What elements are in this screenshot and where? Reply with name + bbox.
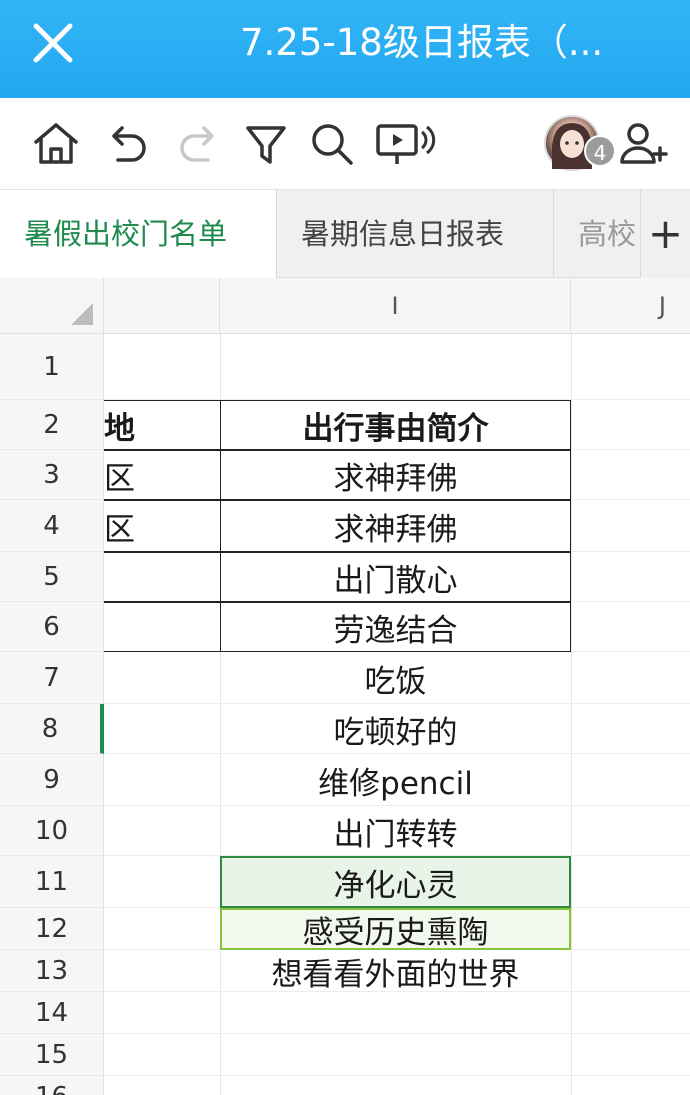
tab-third-sheet[interactable]: 高校 — [554, 190, 640, 278]
row-header[interactable]: 5 — [0, 552, 104, 602]
column-header-j[interactable]: J — [571, 278, 690, 334]
cell-i[interactable] — [220, 1034, 571, 1076]
cell-h[interactable] — [104, 908, 220, 950]
cell-i[interactable]: 出门散心 — [220, 552, 571, 602]
row-header[interactable]: 4 — [0, 500, 104, 552]
cell-i[interactable]: 求神拜佛 — [220, 500, 571, 552]
cell-i[interactable]: 维修pencil — [220, 754, 571, 806]
column-title-cell[interactable]: 出行事由简介 — [220, 400, 571, 450]
cell-i[interactable]: 想看看外面的世界 — [220, 950, 571, 993]
document-title: 7.25-18级日报表（... — [240, 21, 604, 64]
search-icon[interactable] — [306, 118, 358, 170]
row-header[interactable]: 10 — [0, 806, 104, 856]
row-header[interactable]: 3 — [0, 450, 104, 500]
present-icon[interactable] — [374, 118, 436, 170]
row-header[interactable]: 6 — [0, 602, 104, 652]
cell-h[interactable] — [104, 602, 220, 652]
sheet-tabs: 暑假出校门名单 暑期信息日报表 高校 + — [0, 190, 690, 278]
select-all-corner[interactable] — [0, 278, 104, 334]
undo-icon[interactable] — [102, 118, 154, 170]
cell-h[interactable]: 地 — [104, 400, 220, 450]
cell-h[interactable] — [104, 704, 220, 754]
home-icon[interactable] — [30, 118, 82, 170]
row-header[interactable]: 1 — [0, 334, 104, 400]
cell-h[interactable] — [104, 652, 220, 704]
spreadsheet-grid: I J 1 2 地出行事由简介 3 区求神拜佛 4 区求神拜佛 5 出门散心 6 劳逸结合 7 吃饭 8 吃… — [0, 278, 690, 1095]
column-header-h[interactable] — [104, 278, 220, 334]
row-header[interactable]: 15 — [0, 1034, 104, 1076]
tab-daily-report[interactable]: 暑期信息日报表 — [277, 190, 553, 278]
cell-i[interactable]: 出门转转 — [220, 806, 571, 856]
add-sheet-button[interactable]: + — [640, 190, 690, 278]
cell-i[interactable]: 劳逸结合 — [220, 602, 571, 652]
cell-h[interactable] — [104, 992, 220, 1034]
cell-i[interactable]: 吃饭 — [220, 652, 571, 704]
redo-icon[interactable] — [172, 118, 224, 170]
row-header[interactable]: 16 — [0, 1076, 104, 1095]
row-header[interactable]: 8 — [0, 704, 104, 754]
cell-i[interactable]: 求神拜佛 — [220, 450, 571, 500]
row-header[interactable]: 12 — [0, 908, 104, 950]
column-header-i[interactable]: I — [220, 278, 571, 334]
filter-icon[interactable] — [240, 118, 292, 170]
row-header[interactable]: 13 — [0, 950, 104, 992]
collaborator-count-badge: 4 — [584, 135, 616, 167]
cell-i[interactable]: 净化心灵 — [220, 856, 571, 908]
cell-h[interactable]: 区 — [104, 500, 220, 552]
cell-h[interactable] — [104, 334, 220, 400]
cell-h[interactable] — [104, 806, 220, 856]
cell-i[interactable]: 吃顿好的 — [220, 704, 571, 754]
close-icon[interactable] — [28, 18, 78, 68]
cell-h[interactable] — [104, 856, 220, 908]
cell-h[interactable] — [104, 552, 220, 602]
cell-i[interactable]: 感受历史熏陶 — [220, 908, 571, 951]
title-bar: 7.25-18级日报表（... — [0, 0, 690, 98]
row-header[interactable]: 2 — [0, 400, 104, 450]
cell-h[interactable] — [104, 1034, 220, 1076]
row-header[interactable]: 11 — [0, 856, 104, 908]
row-header[interactable]: 7 — [0, 652, 104, 704]
add-member-icon[interactable] — [618, 118, 670, 170]
row-header[interactable]: 9 — [0, 754, 104, 806]
cell-h[interactable] — [104, 950, 220, 992]
cell-h[interactable]: 区 — [104, 450, 220, 500]
cell-i[interactable] — [220, 334, 571, 400]
cell-i[interactable] — [220, 1076, 571, 1095]
tab-leave-campus-list[interactable]: 暑假出校门名单 — [0, 190, 276, 278]
select-all-triangle-icon — [71, 303, 93, 325]
cell-h[interactable] — [104, 1076, 220, 1095]
row-header[interactable]: 14 — [0, 992, 104, 1034]
cell-h[interactable] — [104, 754, 220, 806]
cell-i[interactable] — [220, 992, 571, 1034]
